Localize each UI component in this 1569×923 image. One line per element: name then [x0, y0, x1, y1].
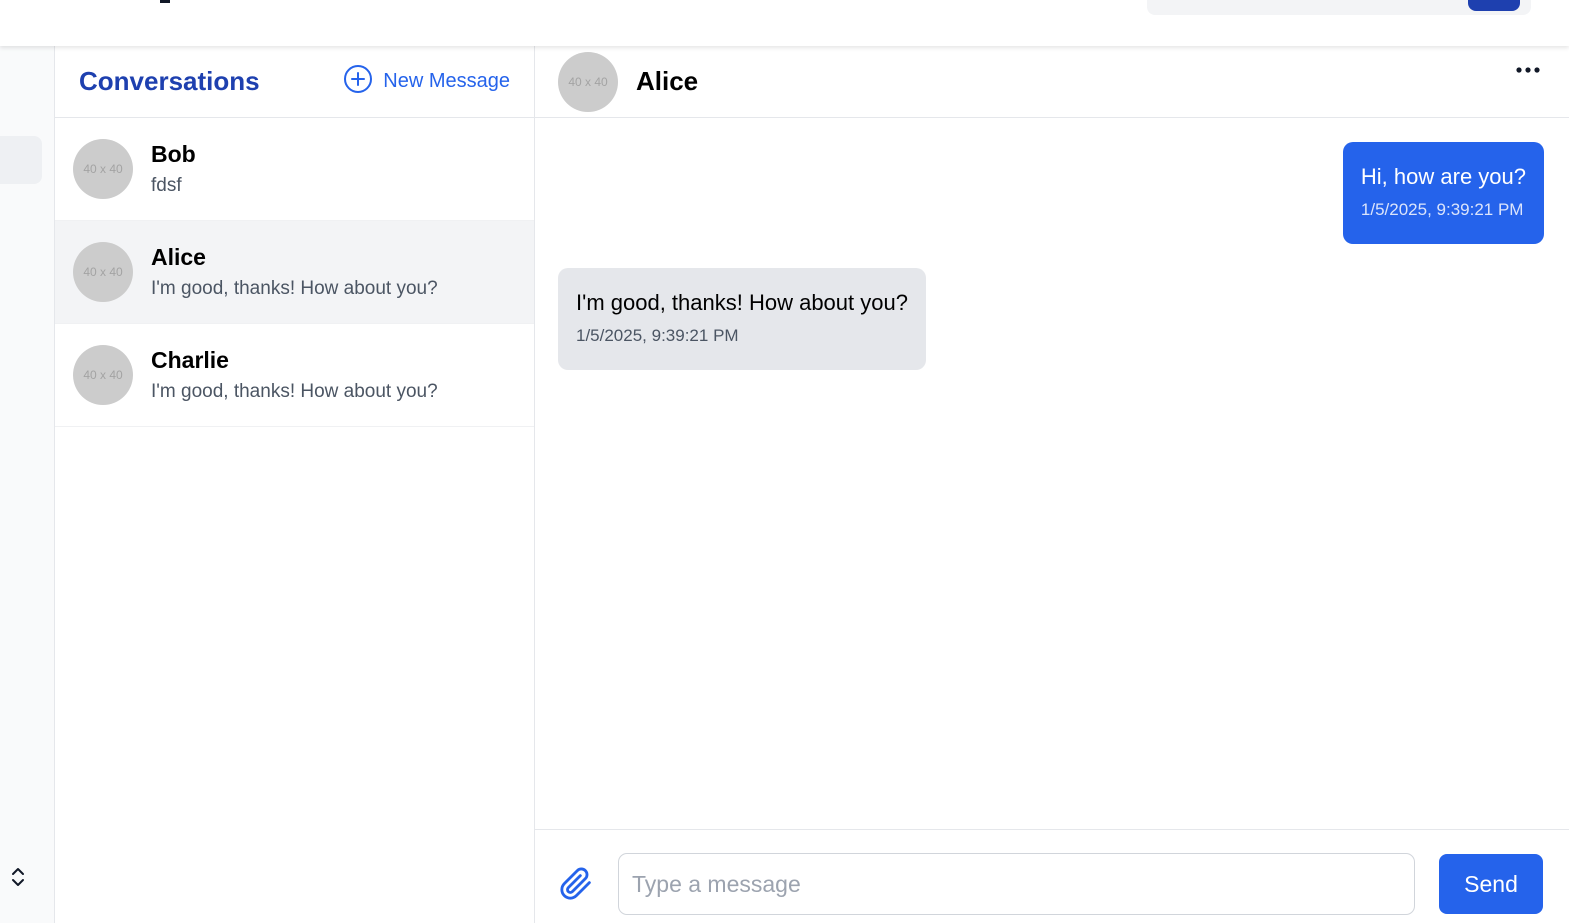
- conversation-item-alice[interactable]: 40 x 40 Alice I'm good, thanks! How abou…: [55, 221, 534, 324]
- sidebar-rail: [0, 46, 55, 923]
- sidebar-active-item[interactable]: [0, 136, 42, 184]
- message-timestamp: 1/5/2025, 9:39:21 PM: [576, 326, 739, 345]
- new-message-label: New Message: [383, 70, 510, 92]
- top-header: [0, 0, 1569, 46]
- conversation-preview: fdsf: [151, 174, 182, 196]
- message-composer: Send: [535, 829, 1569, 923]
- chat-header: 40 x 40 Alice: [535, 46, 1569, 118]
- message-text: Hi, how are you?: [1360, 164, 1526, 189]
- chat-panel: 40 x 40 Alice Hi, how are you? 1/5/2025,…: [535, 46, 1569, 923]
- conversations-title: Conversations: [79, 66, 260, 96]
- message-outgoing: Hi, how are you? 1/5/2025, 9:39:21 PM: [1342, 142, 1544, 244]
- conversation-item-charlie[interactable]: 40 x 40 Charlie I'm good, thanks! How ab…: [55, 324, 534, 427]
- app-logo-fragment: [160, 0, 170, 3]
- message-timestamp: 1/5/2025, 9:39:21 PM: [1360, 200, 1524, 219]
- avatar: 40 x 40: [558, 51, 618, 112]
- chevron-up-down-icon[interactable]: [8, 866, 28, 888]
- message-text: I'm good, thanks! How about you?: [576, 290, 908, 315]
- message-incoming: I'm good, thanks! How about you? 1/5/202…: [558, 268, 926, 370]
- message-list: Hi, how are you? 1/5/2025, 9:39:21 PM I'…: [535, 118, 1569, 829]
- conversations-panel: Conversations New Message 40 x 40 Bob fd…: [55, 46, 535, 923]
- plus-circle-icon: [343, 64, 373, 100]
- conversation-name: Charlie: [151, 346, 229, 373]
- new-message-button[interactable]: New Message: [343, 64, 510, 100]
- message-input[interactable]: [618, 853, 1415, 915]
- conversation-preview: I'm good, thanks! How about you?: [151, 277, 438, 299]
- more-horizontal-icon[interactable]: [1515, 60, 1541, 80]
- conversation-name: Alice: [151, 243, 206, 270]
- conversations-header: Conversations New Message: [55, 46, 534, 118]
- avatar: 40 x 40: [73, 242, 133, 302]
- paperclip-icon[interactable]: [558, 866, 594, 902]
- chat-contact-name: Alice: [636, 66, 699, 96]
- search-button[interactable]: [1468, 0, 1520, 11]
- conversation-name: Bob: [151, 140, 196, 167]
- conversation-preview: I'm good, thanks! How about you?: [151, 380, 438, 402]
- send-button[interactable]: Send: [1439, 854, 1543, 914]
- conversation-item-bob[interactable]: 40 x 40 Bob fdsf: [55, 118, 534, 221]
- avatar: 40 x 40: [73, 345, 133, 405]
- avatar: 40 x 40: [73, 139, 133, 199]
